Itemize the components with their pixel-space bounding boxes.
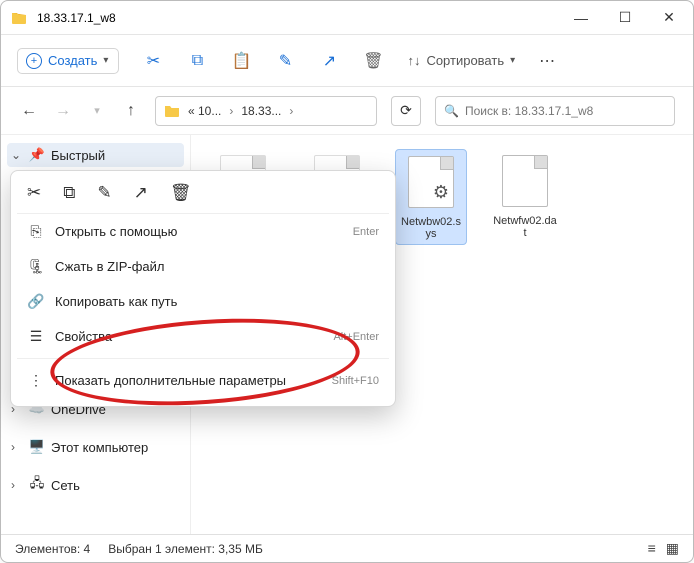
delete-icon[interactable]: 🗑 xyxy=(170,183,192,203)
sort-label: Сортировать xyxy=(426,53,504,68)
up-button[interactable]: ↑ xyxy=(121,102,141,120)
toolbar: + Создать ▾ ✂ ⧉ 📋 ✎ ↗ 🗑 ↑↓ Сортировать ▾… xyxy=(1,35,693,87)
plus-icon: + xyxy=(26,53,42,69)
window-title: 18.33.17.1_w8 xyxy=(37,11,573,25)
folder-icon xyxy=(164,103,180,119)
chevron-right-icon: › xyxy=(229,104,233,118)
search-icon: 🔍 xyxy=(444,104,459,118)
context-toolbar: ✂ ⧉ ✎ ↗ 🗑 xyxy=(17,179,389,214)
tree-item-thispc[interactable]: › 🖥️ Этот компьютер xyxy=(7,435,184,459)
statusbar: Элементов: 4 Выбран 1 элемент: 3,35 МБ ≡… xyxy=(1,534,693,562)
more-icon: ⋮ xyxy=(27,372,45,389)
menu-zip[interactable]: 🗜 Сжать в ZIP-файл xyxy=(17,249,389,284)
forward-button[interactable]: → xyxy=(53,102,73,120)
tree-item-network[interactable]: › 🖧 Сеть xyxy=(7,473,184,497)
file-name: Netwbw02.sys xyxy=(400,216,462,240)
copy-icon[interactable]: ⧉ xyxy=(187,51,207,71)
items-count: Элементов: 4 xyxy=(15,542,90,556)
cut-icon[interactable]: ✂ xyxy=(143,51,163,71)
context-menu: ✂ ⧉ ✎ ↗ 🗑 ⎘ Открыть с помощью Enter 🗜 Сж… xyxy=(10,170,396,407)
selection-info: Выбран 1 элемент: 3,35 МБ xyxy=(108,542,263,556)
navbar: ← → ▾ ↑ « 10... › 18.33... › ⟳ 🔍 xyxy=(1,87,693,135)
delete-icon[interactable]: 🗑 xyxy=(363,51,383,71)
more-button[interactable]: ⋯ xyxy=(539,51,557,71)
menu-copy-path[interactable]: 🔗 Копировать как путь xyxy=(17,284,389,319)
open-with-icon: ⎘ xyxy=(27,223,45,240)
sort-button[interactable]: ↑↓ Сортировать ▾ xyxy=(407,53,515,68)
copy-icon[interactable]: ⧉ xyxy=(63,183,75,203)
details-view-icon[interactable]: ≡ xyxy=(648,540,656,557)
chevron-down-icon: ▾ xyxy=(510,55,515,66)
file-item-selected[interactable]: ⚙ Netwbw02.sys xyxy=(395,149,467,245)
file-name: Netwfw02.dat xyxy=(493,215,557,239)
tree-item-label: Этот компьютер xyxy=(51,440,148,455)
chevron-right-icon: › xyxy=(289,104,293,118)
menu-item-label: Сжать в ZIP-файл xyxy=(55,259,165,274)
rename-icon[interactable]: ✎ xyxy=(275,51,295,71)
folder-icon xyxy=(11,10,27,26)
tree-item-label: Быстрый xyxy=(51,148,105,163)
properties-icon: ☰ xyxy=(27,328,45,345)
network-icon: 🖧 xyxy=(29,477,45,493)
rename-icon[interactable]: ✎ xyxy=(97,183,111,203)
minimize-button[interactable]: — xyxy=(573,10,589,26)
copy-path-icon: 🔗 xyxy=(27,293,45,310)
menu-item-label: Свойства xyxy=(55,329,112,344)
menu-properties[interactable]: ☰ Свойства Alt+Enter xyxy=(17,319,389,354)
share-icon[interactable]: ↗ xyxy=(134,183,148,203)
paste-icon[interactable]: 📋 xyxy=(231,51,251,71)
pin-icon: 📌 xyxy=(29,147,45,163)
chevron-down-icon: ▾ xyxy=(103,55,108,66)
zip-icon: 🗜 xyxy=(27,258,45,275)
breadcrumb[interactable]: « 10... › 18.33... › xyxy=(155,96,377,126)
menu-more-options[interactable]: ⋮ Показать дополнительные параметры Shif… xyxy=(17,363,389,398)
titlebar: 18.33.17.1_w8 — ☐ ✕ xyxy=(1,1,693,35)
menu-item-label: Открыть с помощью xyxy=(55,224,177,239)
window-controls: — ☐ ✕ xyxy=(573,10,677,26)
menu-open-with[interactable]: ⎘ Открыть с помощью Enter xyxy=(17,214,389,249)
close-button[interactable]: ✕ xyxy=(661,10,677,26)
menu-item-shortcut: Shift+F10 xyxy=(332,375,379,387)
menu-item-shortcut: Alt+Enter xyxy=(333,331,379,343)
chevron-down-icon[interactable]: ▾ xyxy=(87,104,107,117)
menu-item-shortcut: Enter xyxy=(353,226,379,238)
file-icon xyxy=(497,153,553,209)
sort-icon: ↑↓ xyxy=(407,53,420,68)
file-icon: ⚙ xyxy=(403,154,459,210)
new-button[interactable]: + Создать ▾ xyxy=(17,48,119,74)
chevron-right-icon: › xyxy=(11,478,23,492)
maximize-button[interactable]: ☐ xyxy=(617,10,633,26)
chevron-down-icon: ⌄ xyxy=(11,148,23,162)
tree-item-label: Сеть xyxy=(51,478,80,493)
monitor-icon: 🖥️ xyxy=(29,439,45,455)
breadcrumb-part[interactable]: « 10... xyxy=(188,104,221,118)
icons-view-icon[interactable]: ▦ xyxy=(666,540,679,557)
cut-icon[interactable]: ✂ xyxy=(27,183,41,203)
chevron-right-icon: › xyxy=(11,440,23,454)
menu-item-label: Копировать как путь xyxy=(55,294,177,309)
menu-separator xyxy=(17,358,389,359)
share-icon[interactable]: ↗ xyxy=(319,51,339,71)
refresh-button[interactable]: ⟳ xyxy=(391,96,421,126)
breadcrumb-part[interactable]: 18.33... xyxy=(241,104,281,118)
search-field[interactable] xyxy=(465,104,666,118)
file-item[interactable]: Netwfw02.dat xyxy=(489,149,561,243)
back-button[interactable]: ← xyxy=(19,102,39,120)
menu-item-label: Показать дополнительные параметры xyxy=(55,373,286,388)
new-button-label: Создать xyxy=(48,53,97,68)
search-input[interactable]: 🔍 xyxy=(435,96,675,126)
gear-icon: ⚙ xyxy=(433,182,449,203)
tree-item-quick[interactable]: ⌄ 📌 Быстрый xyxy=(7,143,184,167)
